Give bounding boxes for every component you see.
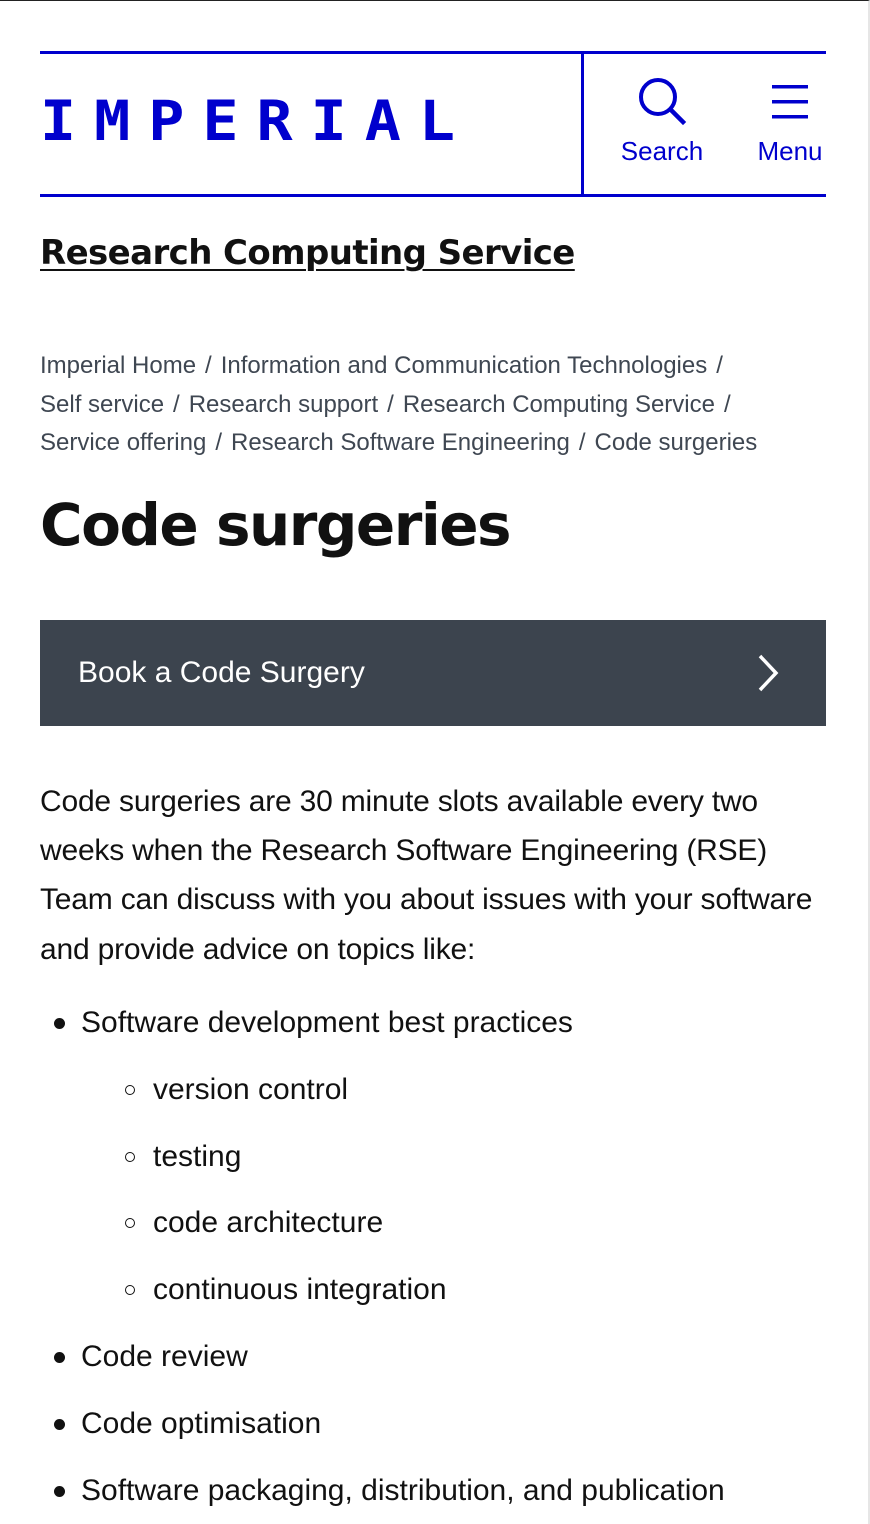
list-item-text: code architecture [153,1206,384,1240]
breadcrumb-separator: / [205,352,212,379]
site-title-link[interactable]: Research Computing Service [40,233,575,273]
breadcrumb-separator: / [723,390,731,418]
breadcrumb-separator: / [387,390,394,418]
list-item: testing [40,1130,830,1184]
list-item-text: testing [153,1139,242,1173]
hamburger-menu-icon [772,85,808,119]
breadcrumb-separator: / [578,429,586,456]
menu-button[interactable]: Menu [748,76,832,166]
book-code-surgery-label: Book a Code Surgery [78,656,365,689]
list-item-text: version control [153,1072,349,1106]
list-item: Code optimisation [40,1397,830,1451]
breadcrumb: Imperial Home / Information and Communicat… [40,347,830,463]
bullet-icon [125,1285,135,1296]
list-item-text: Code review [81,1339,248,1373]
list-item: continuous integration [40,1263,830,1317]
site-header: IMPERIAL Search Menu [40,51,826,197]
bullet-icon [125,1084,135,1095]
breadcrumb-item-research-support[interactable]: Research support [189,391,378,418]
bullet-icon [125,1218,135,1229]
bullet-icon [54,1418,65,1430]
breadcrumb-separator: / [173,390,180,418]
book-code-surgery-button[interactable]: Book a Code Surgery [40,620,826,726]
list-item-text: Software development best practices [81,1006,573,1039]
topics-list: Software development best practices vers… [40,996,830,1524]
chevron-right-icon [758,654,779,692]
imperial-logo[interactable]: IMPERIAL [40,92,473,151]
search-label: Search [620,136,704,166]
intro-paragraph: Code surgeries are 30 minute slots avail… [40,785,813,966]
breadcrumb-separator: / [716,352,723,379]
list-item-text: continuous integration [153,1273,447,1307]
breadcrumb-item-imperial-home[interactable]: Imperial Home [40,352,196,379]
list-item: Code review [40,1330,830,1384]
breadcrumb-item-rse[interactable]: Research Software Engineering [231,429,570,456]
list-item: Software packaging, distribution, and pu… [40,1464,830,1518]
breadcrumb-item-ict[interactable]: Information and Communication Technologi… [221,352,708,379]
breadcrumb-item-research-computing-service[interactable]: Research Computing Service [403,391,715,418]
search-button[interactable]: Search [614,76,710,166]
bullet-icon [54,1351,65,1363]
page: IMPERIAL Search Menu Research Computing … [0,0,870,1524]
list-item: code architecture [40,1196,830,1250]
menu-label: Menu [757,136,823,166]
bullet-icon [125,1151,135,1162]
search-icon [639,78,687,126]
bullet-icon [54,1485,65,1497]
page-title: Code surgeries [40,491,512,559]
breadcrumb-item-current: Code surgeries [594,429,758,456]
list-item: version control [40,1063,830,1117]
list-item: Software development best practices [40,996,830,1050]
breadcrumb-separator: / [215,429,222,456]
breadcrumb-item-self-service[interactable]: Self service [40,391,164,418]
header-divider [581,54,584,194]
bullet-icon [54,1018,65,1029]
list-item-text: Code optimisation [81,1406,322,1440]
breadcrumb-item-service-offering[interactable]: Service offering [40,429,206,456]
list-item-text: Software packaging, distribution, and pu… [81,1473,725,1507]
